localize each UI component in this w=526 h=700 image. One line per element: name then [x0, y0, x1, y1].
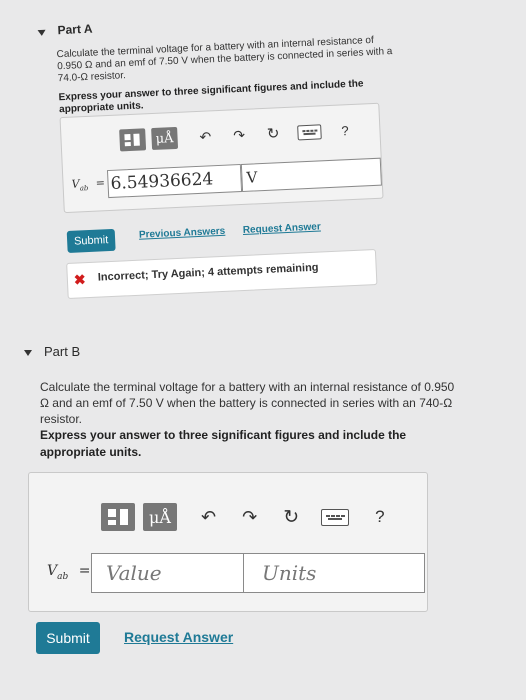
keyboard-icon[interactable] — [297, 123, 322, 140]
feedback-text: Incorrect; Try Again; 4 attempts remaini… — [97, 261, 319, 284]
part-a-units-input[interactable]: V — [240, 157, 382, 192]
undo-icon[interactable]: ↶ — [199, 128, 211, 146]
part-a-submit-button[interactable]: Submit — [66, 228, 116, 253]
units-mu-icon[interactable]: μÅ — [143, 503, 177, 531]
part-b-answer-box: μÅ ↶ ↷ ↻ ? Vab = Value Units — [28, 472, 428, 612]
part-a-request-answer-link[interactable]: Request Answer — [243, 221, 321, 236]
templates-icon[interactable] — [101, 503, 135, 531]
templates-icon[interactable] — [119, 128, 147, 152]
redo-icon[interactable]: ↷ — [242, 507, 257, 528]
part-b-toolbar: μÅ ↶ ↷ ↻ ? — [101, 503, 385, 531]
part-a-answer-box: μÅ ↶ ↷ ↻ ? Vab = 6.54936624 V — [59, 102, 384, 214]
part-b-request-answer-link[interactable]: Request Answer — [124, 629, 233, 645]
redo-icon[interactable]: ↷ — [233, 126, 245, 144]
part-a-value-input[interactable]: 6.54936624 — [106, 164, 243, 199]
part-b-submit-button[interactable]: Submit — [36, 622, 100, 654]
undo-icon[interactable]: ↶ — [201, 507, 216, 528]
part-a-toolbar: μÅ ↶ ↷ ↻ ? — [119, 119, 349, 152]
part-b-instructions: Express your answer to three significant… — [40, 428, 407, 459]
incorrect-x-icon: ✖ — [73, 271, 86, 288]
part-b-title: Part B — [44, 344, 81, 359]
part-a-title: Part A — [57, 21, 93, 38]
help-icon[interactable]: ? — [375, 507, 384, 527]
part-b-variable-label: Vab = — [47, 563, 91, 582]
previous-answers-link[interactable]: Previous Answers — [139, 226, 226, 241]
units-mu-icon[interactable]: μÅ — [151, 126, 179, 151]
collapse-caret-icon[interactable] — [24, 350, 32, 356]
part-b-value-input[interactable]: Value — [91, 553, 253, 593]
reset-icon[interactable]: ↻ — [267, 124, 280, 143]
part-a-section: Part A Calculate the terminal voltage fo… — [0, 0, 526, 302]
keyboard-icon[interactable] — [321, 508, 350, 526]
collapse-caret-icon[interactable] — [37, 29, 46, 37]
part-a-feedback: ✖ Incorrect; Try Again; 4 attempts remai… — [66, 248, 378, 300]
part-b-problem: Calculate the terminal voltage for a bat… — [40, 380, 455, 426]
reset-icon[interactable]: ↻ — [283, 506, 299, 529]
part-a-variable-label: Vab = — [71, 176, 106, 193]
help-icon[interactable]: ? — [341, 123, 349, 138]
part-b-units-input[interactable]: Units — [243, 553, 425, 593]
part-b-section: Part B Calculate the terminal voltage fo… — [0, 320, 526, 700]
